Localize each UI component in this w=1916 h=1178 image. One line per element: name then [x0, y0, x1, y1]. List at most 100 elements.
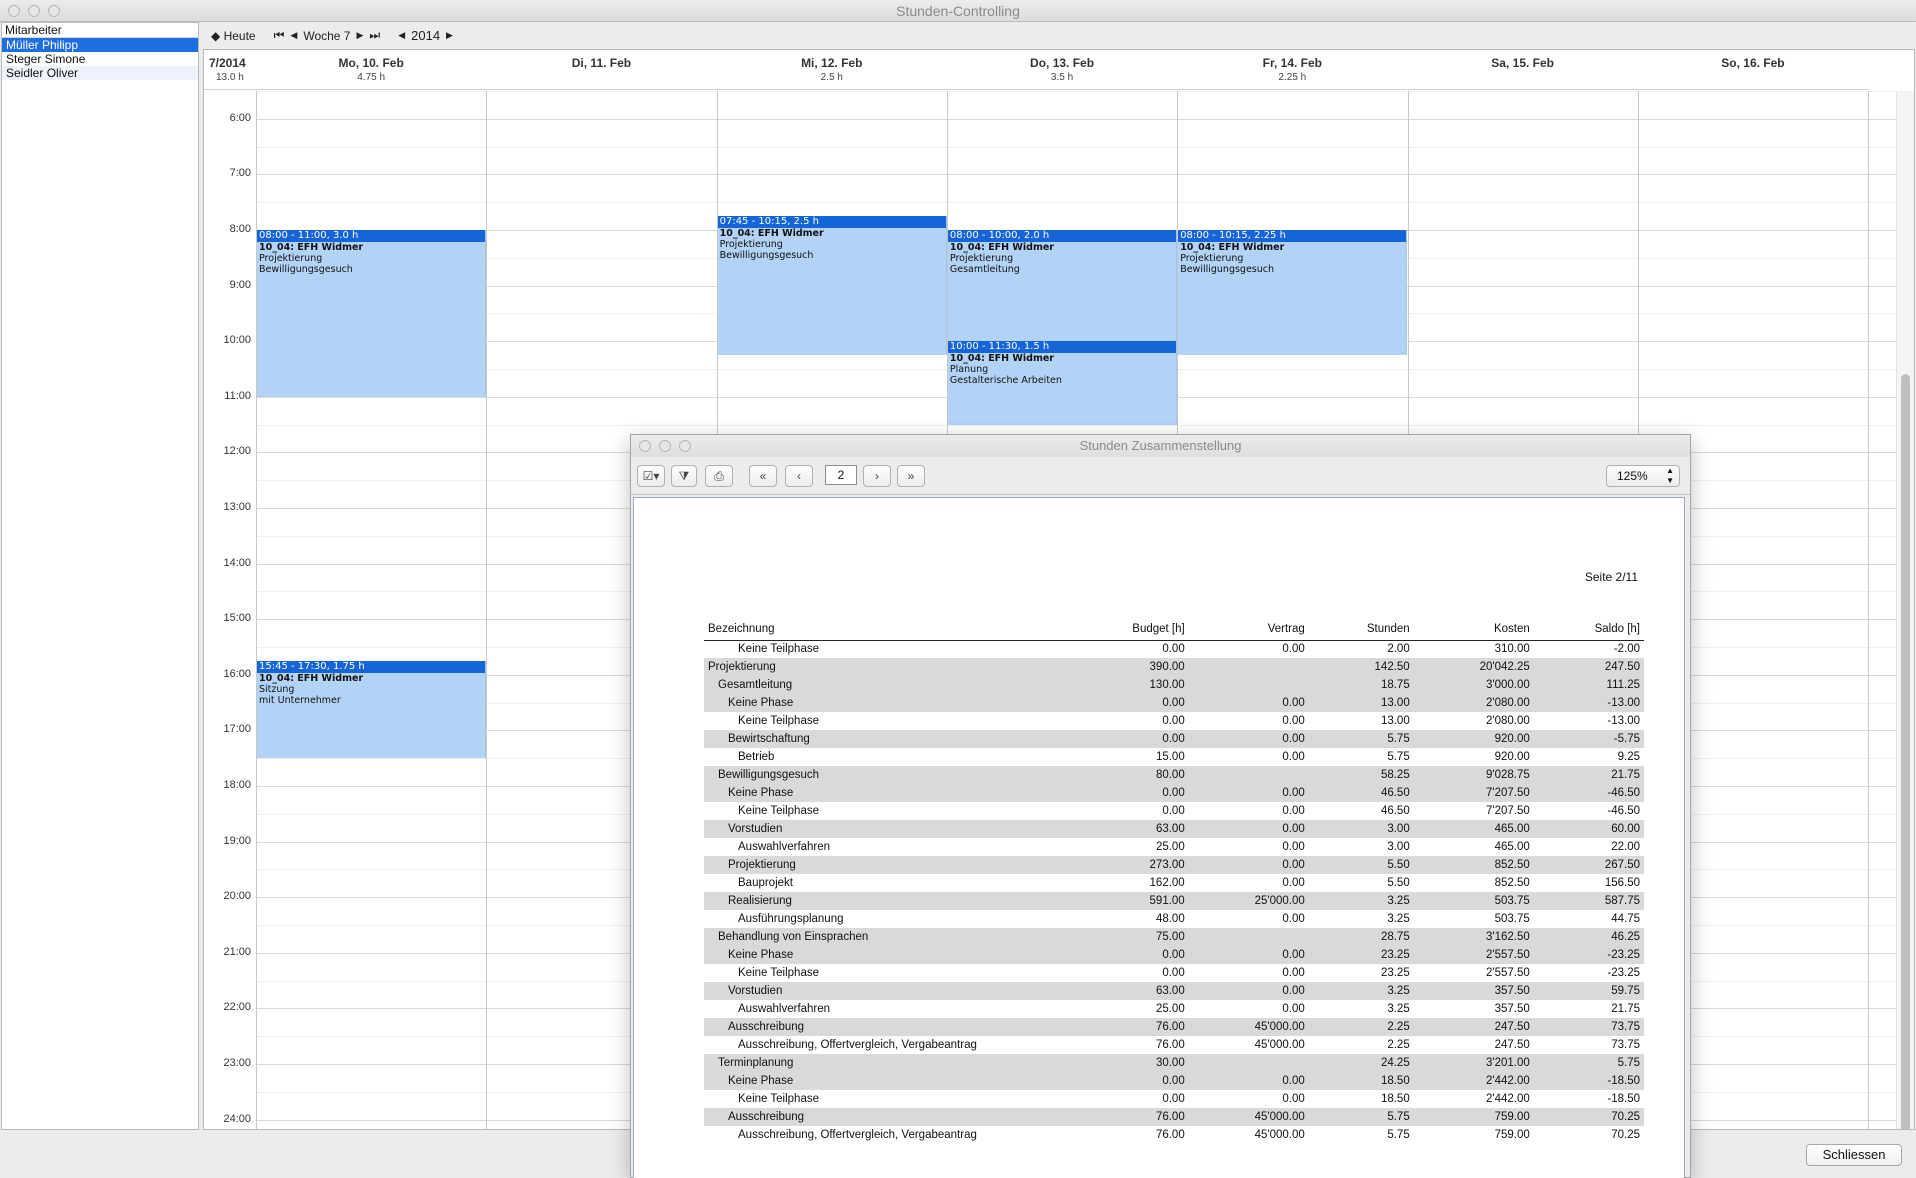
year-label: 2014 [411, 28, 441, 43]
cell-name: Projektierung [704, 856, 1064, 874]
day-header[interactable]: So, 16. Feb [1637, 50, 1869, 90]
day-hours: 2.25 h [1278, 72, 1307, 83]
table-row: Bewilligungsgesuch 80.00 58.25 9'028.75 21.7… [704, 766, 1644, 784]
hour-label: 20:00 [223, 890, 251, 903]
employee-item[interactable]: Steger Simone [2, 52, 198, 66]
cell-budget: 63.00 [1064, 982, 1189, 1000]
cell-kosten: 465.00 [1413, 820, 1534, 838]
hour-label: 7:00 [229, 167, 251, 180]
page-number-input[interactable]: 2 [825, 465, 857, 485]
day-header[interactable]: Mo, 10. Feb 4.75 h [256, 50, 487, 90]
zoom-dialog-icon[interactable] [679, 440, 691, 452]
cell-budget: 0.00 [1064, 730, 1189, 748]
first-week-icon[interactable]: ⏮ [271, 28, 288, 43]
day-label: So, 16. Feb [1721, 56, 1785, 70]
employee-item[interactable]: Müller Philipp [2, 38, 198, 52]
hour-label: 9:00 [229, 278, 251, 291]
hour-label: 12:00 [223, 445, 251, 458]
window-title: Stunden-Controlling [896, 3, 1020, 19]
table-row: Keine Teilphase 0.00 0.00 18.50 2'442.00 -18.… [704, 1090, 1644, 1108]
close-window-icon[interactable] [8, 5, 20, 17]
employee-item[interactable]: Seidler Oliver [2, 66, 198, 80]
calendar-event[interactable]: 08:00 - 11:00, 3.0 h 10_04: EFH Widmer Pro… [257, 230, 487, 397]
cell-name: Keine Teilphase [738, 643, 819, 656]
cell-vertrag: 0.00 [1188, 730, 1309, 748]
cell-vertrag: 0.00 [1188, 784, 1309, 802]
calendar-event[interactable]: 15:45 - 17:30, 1.75 h 10_04: EFH Widmer Si… [257, 660, 487, 759]
prev-week-icon[interactable]: ◀ [287, 30, 300, 41]
minimize-window-icon[interactable] [28, 5, 40, 17]
next-page-icon[interactable]: › [863, 465, 891, 487]
day-label: Di, 11. Feb [571, 56, 632, 70]
check-options-icon[interactable]: ☑▾ [637, 465, 665, 487]
cell-stunden: 3.25 [1308, 892, 1414, 910]
hour-label: 19:00 [223, 834, 251, 847]
employee-list-header: Mitarbeiter [2, 23, 198, 38]
event-phase: Projektierung [259, 253, 323, 264]
cell-budget: 76.00 [1064, 1108, 1189, 1126]
filter-icon[interactable]: ⧩ [671, 465, 697, 487]
calendar-event[interactable]: 10:00 - 11:30, 1.5 h 10_04: EFH Widmer Pla… [947, 341, 1178, 425]
print-icon[interactable]: ⎙ [705, 465, 733, 487]
event-phase: Projektierung [949, 253, 1014, 264]
zoom-select[interactable]: 125% ▲ ▼ [1606, 465, 1680, 487]
cell-name: Gesamtleitung [704, 676, 1064, 694]
cell-kosten: 7'207.50 [1486, 805, 1530, 817]
minimize-dialog-icon[interactable] [659, 440, 671, 452]
today-button[interactable]: ◆ Heute [208, 29, 259, 43]
cell-saldo: -13.00 [1533, 694, 1644, 712]
last-page-icon[interactable]: » [897, 465, 925, 487]
day-hours: 3.5 h [1050, 72, 1074, 83]
event-subphase: Bewilligungsgesuch [259, 264, 353, 275]
cell-saldo: 73.75 [1533, 1018, 1644, 1036]
day-header[interactable]: Di, 11. Feb [486, 50, 717, 90]
event-phase: Planung [949, 364, 989, 376]
close-dialog-icon[interactable] [639, 440, 651, 452]
day-header[interactable]: Sa, 15. Feb [1407, 50, 1638, 90]
table-row: Betrieb 15.00 0.00 5.75 920.00 9.25 [704, 748, 1644, 766]
scrollbar-thumb[interactable] [1901, 374, 1910, 1129]
calendar-event[interactable]: 08:00 - 10:00, 2.0 h 10_04: EFH Widmer Pro… [947, 230, 1178, 342]
first-page-icon[interactable]: « [749, 465, 777, 487]
hour-label: 18:00 [223, 779, 251, 791]
event-project: 10_04: EFH Widmer [259, 672, 364, 684]
hour-line [256, 118, 1896, 120]
table-row: Behandlung von Einsprachen 75.00 28.75 3'16… [704, 928, 1644, 946]
cell-stunden: 3.25 [1387, 1003, 1410, 1015]
cell-vertrag: 0.00 [1282, 1093, 1305, 1105]
day-header[interactable]: Fr, 14. Feb 2.25 h [1177, 50, 1408, 90]
day-header[interactable]: Mi, 12. Feb 2.5 h [716, 50, 947, 90]
cell-budget: 162.00 [1149, 877, 1185, 889]
calendar-scrollbar[interactable] [1896, 91, 1914, 1129]
day-label: Do, 13. Feb [1030, 56, 1095, 70]
calendar-event[interactable]: 07:45 - 10:15, 2.5 h 10_04: EFH Widmer Pro… [717, 216, 947, 356]
last-week-icon[interactable]: ⏭ [366, 28, 383, 43]
cell-vertrag: 0.00 [1188, 982, 1309, 1000]
close-button[interactable]: Schliessen [1806, 1144, 1902, 1166]
cell-name: Bewirtschaftung [704, 730, 1064, 748]
cell-name: Bewilligungsgesuch [704, 766, 1064, 784]
cell-stunden: 3.25 [1387, 913, 1410, 925]
cell-saldo: -18.50 [1607, 1093, 1640, 1105]
prev-year-icon[interactable]: ◀ [395, 30, 408, 41]
next-year-icon[interactable]: ▶ [443, 30, 456, 41]
cell-budget: 390.00 [1064, 658, 1189, 676]
cell-budget: 130.00 [1064, 676, 1189, 694]
cell-kosten: 759.00 [1494, 1129, 1530, 1141]
calendar-event[interactable]: 08:00 - 10:15, 2.25 h 10_04: EFH Widmer Pr… [1178, 230, 1408, 356]
prev-page-icon[interactable]: ‹ [785, 465, 813, 487]
hour-label: 15:00 [223, 612, 251, 625]
cell-budget: 0.00 [1162, 643, 1185, 656]
table-row: Bewirtschaftung 0.00 0.00 5.75 920.00 -5.75 [704, 730, 1644, 748]
cell-budget: 0.00 [1162, 1093, 1185, 1105]
cell-name: Bauprojekt [738, 877, 793, 889]
table-row: Keine Teilphase 0.00 0.00 23.25 2'557.50 -23.… [704, 964, 1644, 982]
cell-saldo: 70.25 [1611, 1129, 1640, 1141]
next-week-icon[interactable]: ▶ [353, 30, 366, 41]
cell-kosten: 759.00 [1413, 1108, 1534, 1126]
cell-budget: 591.00 [1064, 892, 1189, 910]
cell-name: Keine Phase [704, 946, 1064, 964]
day-header[interactable]: Do, 13. Feb 3.5 h [946, 50, 1178, 90]
zoom-window-icon[interactable] [48, 5, 60, 17]
week-summary: 7/2014 13.0 h [204, 50, 256, 90]
